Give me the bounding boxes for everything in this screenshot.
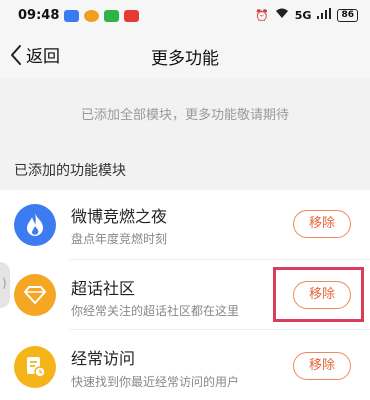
item-title: 微博竞燃之夜 bbox=[71, 207, 168, 226]
chat-app-icon bbox=[104, 10, 119, 22]
status-app-icons bbox=[64, 10, 139, 22]
network-label: 5G bbox=[294, 8, 312, 22]
page-title: 更多功能 bbox=[151, 49, 219, 69]
wifi-icon bbox=[275, 8, 289, 22]
status-time: 09:48 bbox=[18, 8, 60, 23]
notice-text: 已添加全部模块，更多功能敬请期待 bbox=[80, 108, 289, 123]
remove-button[interactable]: 移除 bbox=[293, 352, 351, 380]
list-item: 经常访问 快速找到你最近经常访问的用户 移除 bbox=[0, 330, 370, 400]
nav-bar: 返回 更多功能 bbox=[0, 34, 370, 78]
notification-app-icon bbox=[64, 10, 79, 22]
item-description: 盘点年度竞燃时刻 bbox=[71, 232, 168, 246]
highlight-box bbox=[273, 267, 364, 322]
diamond-icon bbox=[14, 274, 56, 316]
status-bar: 09:48 ⏰ 5G 86 bbox=[0, 0, 370, 34]
item-description: 快速找到你最近经常访问的用户 bbox=[71, 375, 240, 389]
side-drawer-handle[interactable]: ) bbox=[0, 262, 10, 308]
document-clock-icon bbox=[14, 346, 56, 388]
news-app-icon bbox=[124, 10, 139, 22]
remove-button[interactable]: 移除 bbox=[293, 210, 351, 238]
chevron-right-icon: ) bbox=[2, 276, 7, 290]
signal-icon bbox=[317, 8, 332, 22]
battery-indicator: 86 bbox=[337, 8, 358, 22]
section-title: 已添加的功能模块 bbox=[14, 163, 126, 179]
weibo-app-icon bbox=[84, 10, 99, 22]
item-title: 超话社区 bbox=[71, 279, 136, 298]
flame-icon bbox=[14, 204, 56, 246]
list-item: 微博竞燃之夜 盘点年度竞燃时刻 移除 bbox=[0, 190, 370, 260]
status-indicators: ⏰ 5G 86 bbox=[255, 8, 358, 22]
item-description: 你经常关注的超话社区都在这里 bbox=[71, 304, 240, 318]
item-title: 经常访问 bbox=[71, 349, 136, 368]
alarm-icon: ⏰ bbox=[255, 8, 269, 22]
